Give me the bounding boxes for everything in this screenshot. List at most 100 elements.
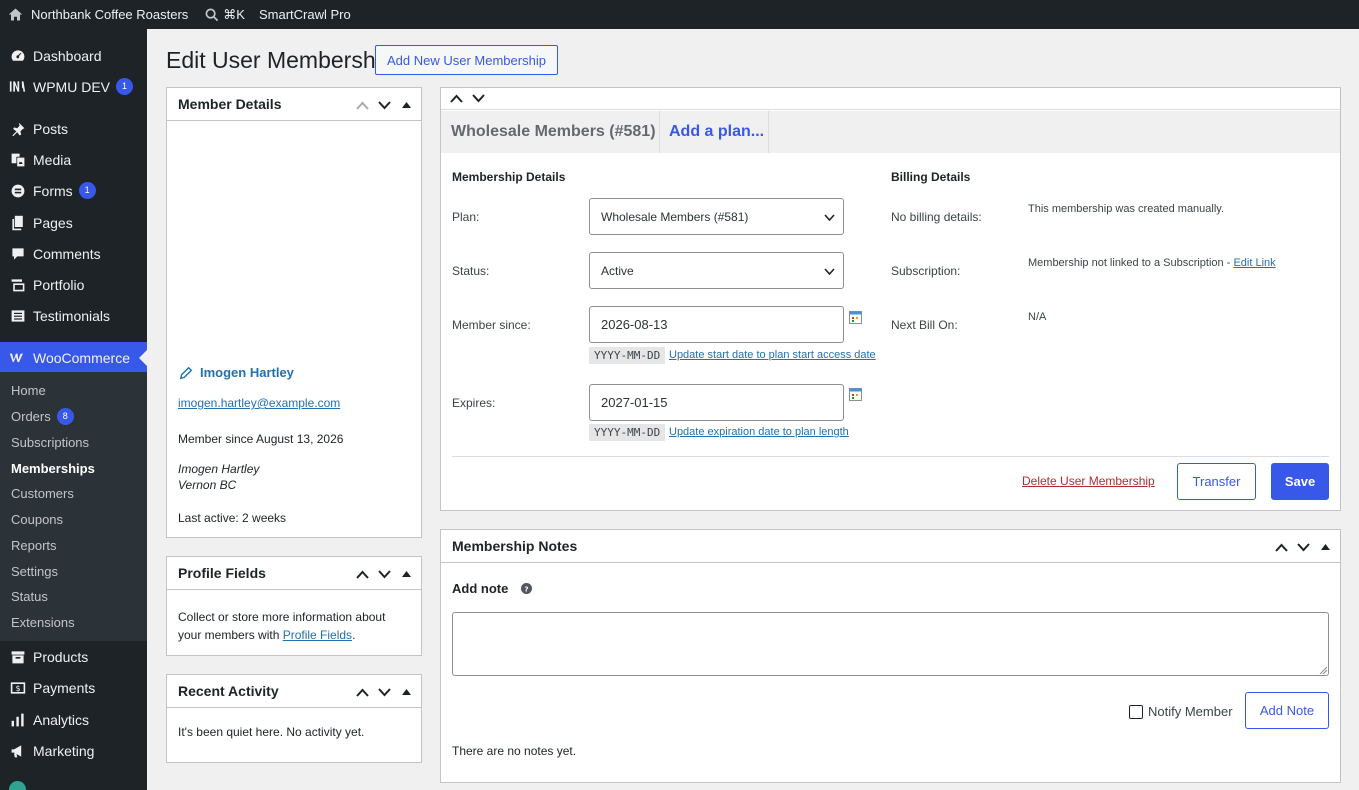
note-textarea[interactable] bbox=[452, 612, 1329, 676]
submenu-item-subscriptions[interactable]: Subscriptions bbox=[11, 432, 89, 452]
admin-bar: Northbank Coffee Roasters ⌘K SmartCrawl … bbox=[0, 0, 1359, 29]
submenu-item-home[interactable]: Home bbox=[11, 380, 46, 400]
billing-details-heading: Billing Details bbox=[891, 170, 971, 184]
plugin-logo-icon bbox=[9, 781, 26, 790]
submenu-item-memberships[interactable]: Memberships bbox=[11, 458, 95, 478]
menu-item-testimonials[interactable]: Testimonials bbox=[0, 300, 147, 331]
menu-item-forms[interactable]: Forms 1 bbox=[0, 175, 147, 206]
submenu-item-orders[interactable]: Orders 8 bbox=[11, 406, 74, 426]
member-details-box: Member Details Imogen Hartley imogen.har… bbox=[166, 87, 422, 538]
recent-activity-box: Recent Activity It's been quiet here. No… bbox=[166, 674, 422, 763]
move-up-icon[interactable] bbox=[1270, 536, 1292, 558]
profile-fields-handle-actions bbox=[351, 563, 417, 585]
status-select[interactable]: Active bbox=[589, 252, 844, 289]
status-label: Status: bbox=[452, 264, 490, 278]
submenu-item-coupons[interactable]: Coupons bbox=[11, 509, 63, 529]
plan-select[interactable]: Wholesale Members (#581) bbox=[589, 198, 844, 235]
member-since-text: Member since August 13, 2026 bbox=[178, 432, 344, 446]
menu-item-products[interactable]: Products bbox=[0, 641, 147, 672]
membership-notes-box: Membership Notes Add note ? Notify Membe… bbox=[440, 529, 1341, 783]
calendar-icon[interactable] bbox=[849, 388, 862, 401]
member-name-link[interactable]: Imogen Hartley bbox=[179, 365, 294, 380]
search-shortcut[interactable]: ⌘K bbox=[195, 0, 252, 29]
move-down-icon[interactable] bbox=[373, 681, 395, 703]
next-bill-label: Next Bill On: bbox=[891, 318, 958, 332]
move-up-icon[interactable] bbox=[351, 94, 373, 116]
subscription-value: Membership not linked to a Subscription … bbox=[1028, 257, 1276, 269]
comments-icon bbox=[9, 245, 26, 262]
add-note-button[interactable]: Add Note bbox=[1245, 692, 1329, 729]
delete-user-membership-link[interactable]: Delete User Membership bbox=[1022, 474, 1155, 488]
collapse-toggle-icon[interactable] bbox=[1314, 536, 1336, 558]
member-details-title: Member Details bbox=[178, 96, 282, 112]
tab-wholesale-members[interactable]: Wholesale Members (#581) bbox=[441, 111, 660, 153]
member-since-input[interactable]: 2026-08-13 bbox=[589, 306, 844, 343]
move-up-icon[interactable] bbox=[351, 681, 373, 703]
menu-item-wpmudev[interactable]: WPMU DEV 1 bbox=[0, 71, 147, 102]
move-up-icon[interactable] bbox=[351, 563, 373, 585]
membership-details-heading: Membership Details bbox=[452, 170, 566, 184]
member-email-link[interactable]: imogen.hartley@example.com bbox=[178, 396, 340, 410]
menu-item-payments[interactable]: $ Payments bbox=[0, 672, 147, 703]
expires-date-format: YYYY-MM-DD bbox=[589, 424, 666, 441]
menu-item-media[interactable]: Media bbox=[0, 144, 147, 175]
menu-item-woocommerce[interactable]: WooCommerce bbox=[0, 342, 147, 373]
testimonials-icon bbox=[9, 307, 26, 324]
site-home-link[interactable]: Northbank Coffee Roasters bbox=[0, 0, 195, 29]
menu-item-analytics[interactable]: Analytics bbox=[0, 704, 147, 735]
edit-subscription-link[interactable]: Edit Link bbox=[1233, 257, 1275, 269]
menu-item-portfolio[interactable]: Portfolio bbox=[0, 269, 147, 300]
collapse-toggle-icon[interactable] bbox=[395, 563, 417, 585]
member-since-label: Member since: bbox=[452, 318, 531, 332]
plan-tabs-bar: Wholesale Members (#581) Add a plan... bbox=[441, 111, 1340, 153]
forms-icon bbox=[9, 182, 26, 199]
move-down-icon[interactable] bbox=[467, 94, 489, 103]
calendar-icon[interactable] bbox=[849, 311, 862, 324]
profile-fields-link[interactable]: Profile Fields bbox=[283, 628, 352, 642]
profile-fields-box: Profile Fields Collect or store more inf… bbox=[166, 556, 422, 656]
woocommerce-icon bbox=[9, 349, 26, 366]
collapse-toggle-icon[interactable] bbox=[395, 681, 417, 703]
expires-input[interactable]: 2027-01-15 bbox=[589, 384, 844, 421]
next-bill-value: N/A bbox=[1028, 311, 1047, 323]
profile-fields-description: Collect or store more information about … bbox=[178, 610, 386, 642]
resize-handle-icon[interactable] bbox=[1319, 666, 1327, 674]
menu-item-posts[interactable]: Posts bbox=[0, 113, 147, 144]
notify-member-option[interactable]: Notify Member bbox=[1129, 704, 1233, 719]
payments-icon: $ bbox=[9, 679, 26, 696]
move-up-icon[interactable] bbox=[445, 94, 467, 103]
tab-add-plan[interactable]: Add a plan... bbox=[660, 111, 769, 153]
membership-data-box: Wholesale Members (#581) Add a plan... M… bbox=[440, 87, 1341, 511]
submenu-item-settings[interactable]: Settings bbox=[11, 561, 58, 581]
move-down-icon[interactable] bbox=[373, 563, 395, 585]
admin-sidebar: Dashboard WPMU DEV 1 Posts Media Forms 1… bbox=[0, 29, 147, 790]
notify-member-checkbox[interactable] bbox=[1129, 704, 1143, 719]
menu-item-marketing[interactable]: Marketing bbox=[0, 735, 147, 766]
update-expiration-date-link[interactable]: Update expiration date to plan length bbox=[669, 426, 849, 438]
help-icon[interactable]: ? bbox=[521, 583, 533, 594]
recent-activity-text: It's been quiet here. No activity yet. bbox=[178, 725, 365, 739]
membership-notes-title: Membership Notes bbox=[452, 538, 578, 554]
collapse-toggle-icon[interactable] bbox=[395, 94, 417, 116]
pencil-icon bbox=[179, 366, 193, 380]
submenu-item-status[interactable]: Status bbox=[11, 586, 48, 606]
transfer-button[interactable]: Transfer bbox=[1177, 463, 1256, 500]
menu-item-dashboard[interactable]: Dashboard bbox=[0, 40, 147, 71]
since-date-format: YYYY-MM-DD bbox=[589, 347, 666, 364]
site-name: Northbank Coffee Roasters bbox=[31, 7, 189, 22]
menu-item-pages[interactable]: Pages bbox=[0, 207, 147, 238]
submenu-item-customers[interactable]: Customers bbox=[11, 483, 74, 503]
smartcrawl-menu[interactable]: SmartCrawl Pro bbox=[252, 0, 358, 29]
update-start-date-link[interactable]: Update start date to plan start access d… bbox=[669, 349, 876, 361]
membership-notes-header: Membership Notes bbox=[441, 530, 1340, 563]
move-down-icon[interactable] bbox=[373, 94, 395, 116]
profile-fields-header: Profile Fields bbox=[167, 557, 421, 590]
save-button[interactable]: Save bbox=[1271, 463, 1329, 500]
move-down-icon[interactable] bbox=[1292, 536, 1314, 558]
submenu-item-extensions[interactable]: Extensions bbox=[11, 612, 75, 632]
submenu-item-reports[interactable]: Reports bbox=[11, 535, 57, 555]
profile-fields-title: Profile Fields bbox=[178, 565, 266, 581]
menu-item-comments[interactable]: Comments bbox=[0, 238, 147, 269]
portfolio-icon bbox=[9, 276, 26, 293]
add-new-user-membership-button[interactable]: Add New User Membership bbox=[375, 45, 558, 75]
